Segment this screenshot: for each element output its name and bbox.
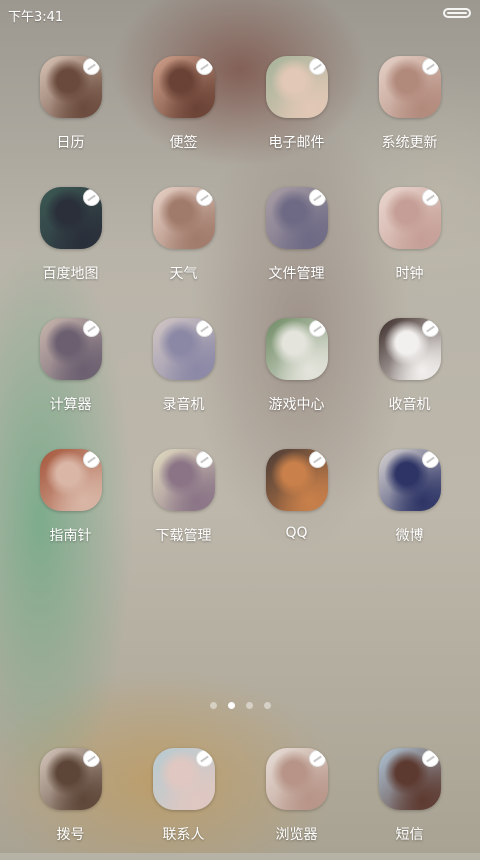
app-icon-grid-3[interactable]: 系统更新 <box>353 52 466 168</box>
page-dot[interactable] <box>209 702 217 709</box>
app-icon-grid-11[interactable]: 收音机 <box>353 314 466 430</box>
app-icon-dock-0[interactable]: 拨号 <box>14 744 127 860</box>
app-label: 收音机 <box>388 397 431 413</box>
app-photo-icon <box>40 56 102 118</box>
app-photo-icon <box>153 56 215 118</box>
app-label: 指南针 <box>49 528 92 544</box>
app-icon-grid-6[interactable]: 文件管理 <box>240 183 353 299</box>
app-photo-icon <box>153 748 215 810</box>
app-icon-dock-1[interactable]: 联系人 <box>127 744 240 860</box>
app-photo-icon <box>40 748 102 810</box>
app-photo-icon <box>266 318 328 380</box>
corner-badge-icon <box>422 58 439 75</box>
app-photo-icon <box>379 748 441 810</box>
corner-badge-icon <box>83 58 100 75</box>
app-icon-grid-14[interactable]: QQ <box>240 445 353 561</box>
app-label: 时钟 <box>395 266 424 282</box>
app-label: 文件管理 <box>268 266 325 282</box>
corner-badge-icon <box>83 750 100 767</box>
app-icon-grid-0[interactable]: 日历 <box>14 52 127 168</box>
page-dot[interactable] <box>227 702 235 709</box>
app-photo-icon <box>266 56 328 118</box>
corner-badge-icon <box>83 189 100 206</box>
app-label: 百度地图 <box>42 266 99 282</box>
app-photo-icon <box>266 449 328 511</box>
app-icon-grid-15[interactable]: 微博 <box>353 445 466 561</box>
app-photo-icon <box>40 318 102 380</box>
dock: 拨号 联系人 浏览器 短信 <box>0 744 480 860</box>
corner-badge-icon <box>422 189 439 206</box>
corner-badge-icon <box>422 320 439 337</box>
app-icon-grid-7[interactable]: 时钟 <box>353 183 466 299</box>
app-photo-icon <box>40 449 102 511</box>
app-label: 系统更新 <box>381 135 438 151</box>
app-icon-grid-13[interactable]: 下载管理 <box>127 445 240 561</box>
corner-badge-icon <box>83 451 100 468</box>
app-photo-icon <box>379 449 441 511</box>
app-photo-icon <box>153 449 215 511</box>
app-photo-icon <box>40 187 102 249</box>
corner-badge-icon <box>422 750 439 767</box>
app-label: 联系人 <box>162 827 205 843</box>
app-label: 天气 <box>169 266 198 282</box>
app-icon-grid-9[interactable]: 录音机 <box>127 314 240 430</box>
corner-badge-icon <box>196 58 213 75</box>
app-label: 便签 <box>169 135 198 151</box>
app-icon-grid-1[interactable]: 便签 <box>127 52 240 168</box>
app-photo-icon <box>379 56 441 118</box>
app-label: 游戏中心 <box>268 397 325 413</box>
app-photo-icon <box>266 187 328 249</box>
corner-badge-icon <box>309 189 326 206</box>
battery-icon <box>443 8 471 18</box>
corner-badge-icon <box>422 451 439 468</box>
corner-badge-icon <box>309 451 326 468</box>
app-icon-grid-12[interactable]: 指南针 <box>14 445 127 561</box>
page-indicator <box>0 702 480 712</box>
app-label: 拨号 <box>56 827 85 843</box>
app-icon-dock-3[interactable]: 短信 <box>353 744 466 860</box>
app-label: 计算器 <box>49 397 92 413</box>
app-label: 日历 <box>56 135 85 151</box>
app-photo-icon <box>379 318 441 380</box>
app-icon-grid-8[interactable]: 计算器 <box>14 314 127 430</box>
corner-badge-icon <box>309 320 326 337</box>
app-icon-grid-5[interactable]: 天气 <box>127 183 240 299</box>
app-photo-icon <box>379 187 441 249</box>
app-icon-grid-4[interactable]: 百度地图 <box>14 183 127 299</box>
corner-badge-icon <box>196 451 213 468</box>
app-icon-grid-2[interactable]: 电子邮件 <box>240 52 353 168</box>
app-label: QQ <box>285 525 308 541</box>
app-label: 浏览器 <box>275 827 318 843</box>
app-icon-grid-10[interactable]: 游戏中心 <box>240 314 353 430</box>
page-dot[interactable] <box>245 702 253 709</box>
corner-badge-icon <box>309 750 326 767</box>
corner-badge-icon <box>196 750 213 767</box>
corner-badge-icon <box>196 189 213 206</box>
app-icon-dock-2[interactable]: 浏览器 <box>240 744 353 860</box>
status-time: 下午3:41 <box>8 10 64 25</box>
app-label: 下载管理 <box>155 528 212 544</box>
app-label: 短信 <box>395 827 424 843</box>
corner-badge-icon <box>196 320 213 337</box>
status-bar: 下午3:41 <box>0 0 480 28</box>
app-label: 电子邮件 <box>268 135 325 151</box>
page-dot[interactable] <box>263 702 271 709</box>
app-photo-icon <box>153 187 215 249</box>
app-photo-icon <box>153 318 215 380</box>
corner-badge-icon <box>309 58 326 75</box>
app-photo-icon <box>266 748 328 810</box>
corner-badge-icon <box>83 320 100 337</box>
app-grid: 日历 便签 电子邮件 系统更新百度地图 天气 文件管理 时钟计算器 录音机 游戏中心 收音机指南针… <box>0 52 480 561</box>
app-label: 录音机 <box>162 397 205 413</box>
app-label: 微博 <box>395 528 424 544</box>
